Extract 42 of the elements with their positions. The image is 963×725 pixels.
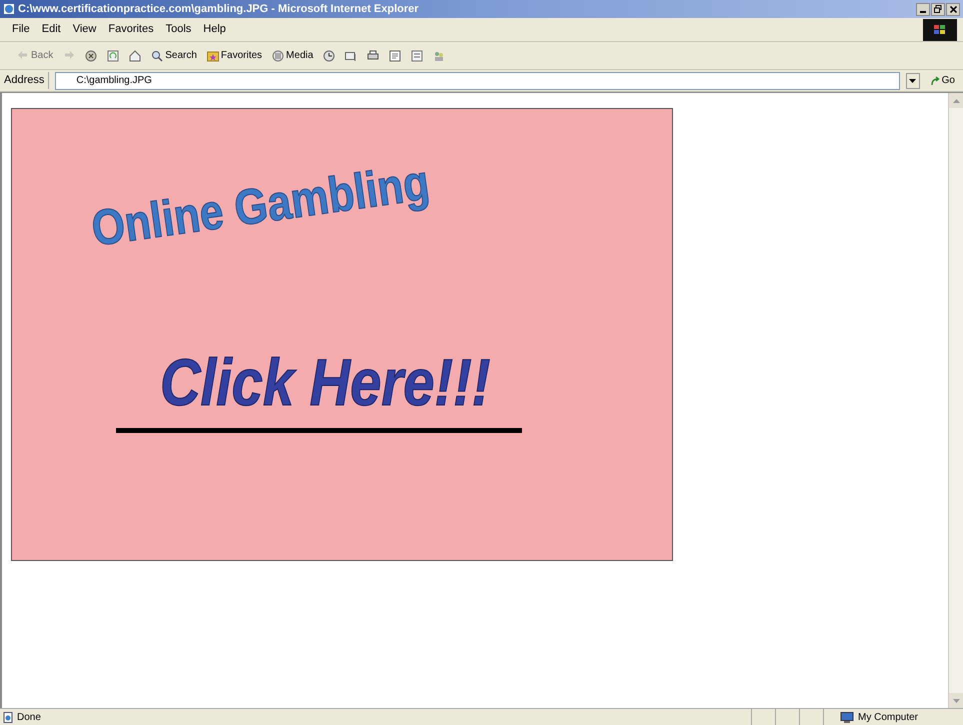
go-arrow-icon — [930, 76, 940, 86]
star-folder-icon — [206, 50, 219, 62]
discuss-icon — [411, 50, 424, 62]
menu-item[interactable]: Favorites — [108, 21, 154, 38]
minimize-button[interactable] — [916, 2, 930, 16]
banner-headline: Online Gambling — [88, 156, 432, 254]
people-icon — [433, 50, 446, 62]
stop-icon — [85, 50, 98, 62]
close-button[interactable] — [946, 2, 960, 16]
home-icon — [129, 50, 142, 62]
refresh-icon — [107, 50, 120, 62]
search-icon — [151, 50, 164, 62]
browser-icon — [3, 3, 15, 15]
menu-item[interactable]: Help — [203, 21, 226, 38]
minimize-icon — [920, 10, 926, 12]
menu-item[interactable]: Tools — [166, 21, 192, 38]
back-arrow-icon — [17, 50, 29, 62]
computer-icon — [840, 712, 854, 722]
media-icon — [272, 50, 284, 62]
status-text: Done — [17, 710, 41, 724]
address-field[interactable]: C:\gambling.JPG — [55, 72, 900, 90]
favorites-button[interactable]: Favorites — [204, 44, 266, 66]
window-title: C:\www.certificationpractice.com\gambling.JPG - Microsoft Internet Explorer — [18, 2, 420, 17]
forward-arrow-icon — [63, 50, 76, 62]
go-button[interactable]: Go — [926, 73, 959, 88]
click-here-link[interactable]: Click Here!!! — [160, 349, 490, 415]
address-label: Address — [4, 72, 50, 89]
menu-item[interactable]: File — [12, 21, 30, 38]
search-button[interactable]: Search — [148, 44, 200, 66]
zone-text: My Computer — [858, 710, 918, 724]
clock-icon — [323, 50, 336, 62]
close-icon — [950, 6, 956, 12]
menu-item[interactable]: Edit — [42, 21, 61, 38]
restore-button[interactable] — [931, 2, 945, 16]
document-icon — [389, 50, 402, 62]
media-button[interactable]: Media — [269, 44, 316, 66]
page-icon — [3, 712, 14, 722]
menu-item[interactable]: View — [72, 21, 96, 38]
caret-icon — [909, 78, 916, 82]
dropdown-button[interactable] — [906, 72, 920, 88]
printer-icon — [367, 50, 380, 62]
banner-image[interactable]: Online Gambling Click Here!!! — [11, 108, 673, 561]
